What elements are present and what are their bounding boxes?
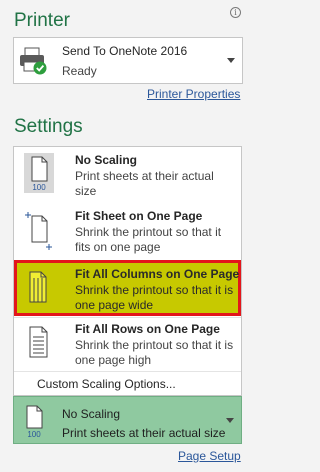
printer-properties-link[interactable]: Printer Properties — [147, 87, 240, 101]
menu-item-fit-rows[interactable]: Fit All Rows on One Page Shrink the prin… — [14, 318, 241, 372]
menu-item-description: Print sheets at their actual size — [75, 169, 214, 198]
fit-columns-icon — [29, 271, 47, 303]
fit-rows-icon — [29, 326, 48, 358]
custom-scaling-options[interactable]: Custom Scaling Options... — [37, 377, 176, 391]
menu-item-title: No Scaling — [75, 153, 138, 167]
no-scaling-badge: 100 — [32, 183, 46, 192]
current-scaling-description: Print sheets at their actual size — [62, 426, 226, 440]
settings-heading: Settings — [14, 116, 83, 137]
no-scaling-icon: 100 — [24, 153, 54, 193]
chevron-down-icon — [227, 58, 235, 63]
menu-item-title: Fit Sheet on One Page — [75, 209, 203, 223]
page-setup-link[interactable]: Page Setup — [178, 449, 241, 463]
menu-item-title: Fit All Columns on One Page — [75, 267, 240, 281]
printer-select[interactable]: Send To OneNote 2016 Ready — [13, 37, 243, 84]
printer-name: Send To OneNote 2016 — [62, 44, 188, 58]
menu-item-no-scaling[interactable]: 100 No Scaling Print sheets at their act… — [14, 147, 241, 202]
printer-heading: Printer — [14, 10, 70, 31]
printer-status: Ready — [62, 64, 97, 78]
printer-icon — [20, 47, 47, 75]
menu-divider — [14, 371, 241, 372]
info-icon[interactable]: i — [230, 7, 241, 18]
scaling-menu: 100 No Scaling Print sheets at their act… — [13, 146, 242, 396]
current-scaling-title: No Scaling — [62, 407, 121, 421]
no-scaling-icon: 100 — [26, 405, 43, 438]
menu-item-description: Shrink the printout so that it fits on o… — [75, 225, 222, 254]
menu-item-fit-sheet[interactable]: Fit Sheet on One Page Shrink the printou… — [14, 205, 241, 260]
menu-item-description: Shrink the printout so that it is one pa… — [75, 338, 234, 367]
menu-item-description: Shrink the printout so that it is one pa… — [75, 283, 234, 312]
menu-item-title: Fit All Rows on One Page — [75, 322, 220, 336]
fit-sheet-icon — [25, 212, 52, 250]
menu-item-fit-columns[interactable]: Fit All Columns on One Page Shrink the p… — [14, 260, 241, 316]
scaling-select[interactable]: 100 No Scaling Print sheets at their act… — [13, 396, 242, 444]
current-scaling-badge: 100 — [27, 430, 41, 438]
chevron-down-icon — [226, 418, 234, 423]
